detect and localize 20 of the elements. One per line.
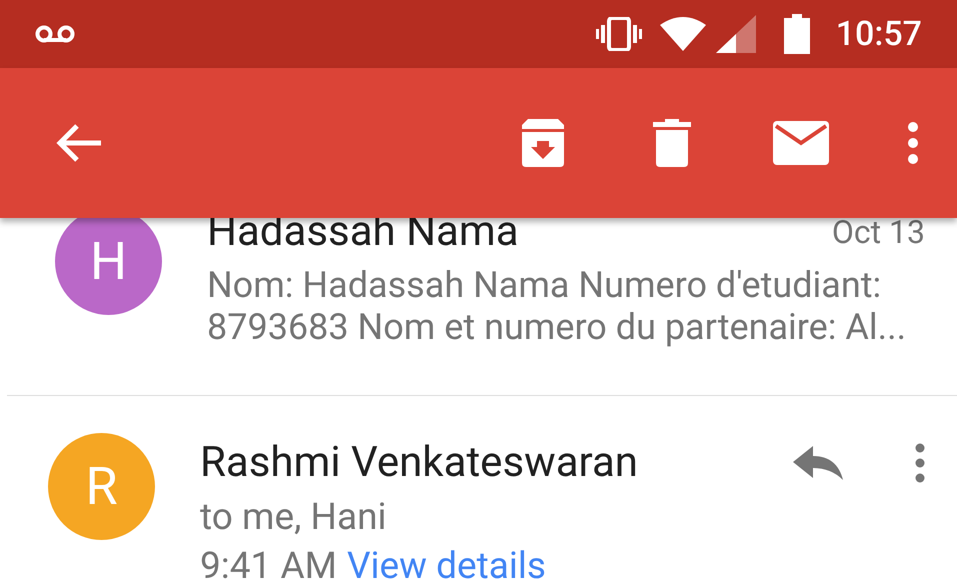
voicemail-icon xyxy=(35,25,75,43)
status-time: 10:57 xyxy=(836,12,922,56)
message-snippet: Nom: Hadassah Nama Numero d'etudiant: 8793683 Nom et numero du partenaire: Al... xyxy=(207,264,908,348)
battery-icon xyxy=(784,14,810,54)
back-icon[interactable] xyxy=(55,123,103,163)
signal-icon xyxy=(716,15,756,53)
trash-icon[interactable] xyxy=(653,119,691,167)
more-icon[interactable] xyxy=(915,443,925,483)
reply-icon[interactable] xyxy=(793,446,843,480)
view-details-link[interactable]: View details xyxy=(346,547,546,586)
recipients: to me, Hani xyxy=(200,498,386,538)
vibrate-icon xyxy=(596,17,642,51)
sender-name: Rashmi Venkateswaran xyxy=(200,439,639,487)
wifi-icon xyxy=(660,17,706,51)
avatar: R xyxy=(48,433,155,540)
more-icon[interactable] xyxy=(907,121,919,165)
sender-name: Hadassah Nama xyxy=(207,208,520,256)
message-time: 9:41 AM xyxy=(200,547,337,586)
mail-icon[interactable] xyxy=(773,121,829,165)
message-date: Oct 13 xyxy=(832,212,925,253)
